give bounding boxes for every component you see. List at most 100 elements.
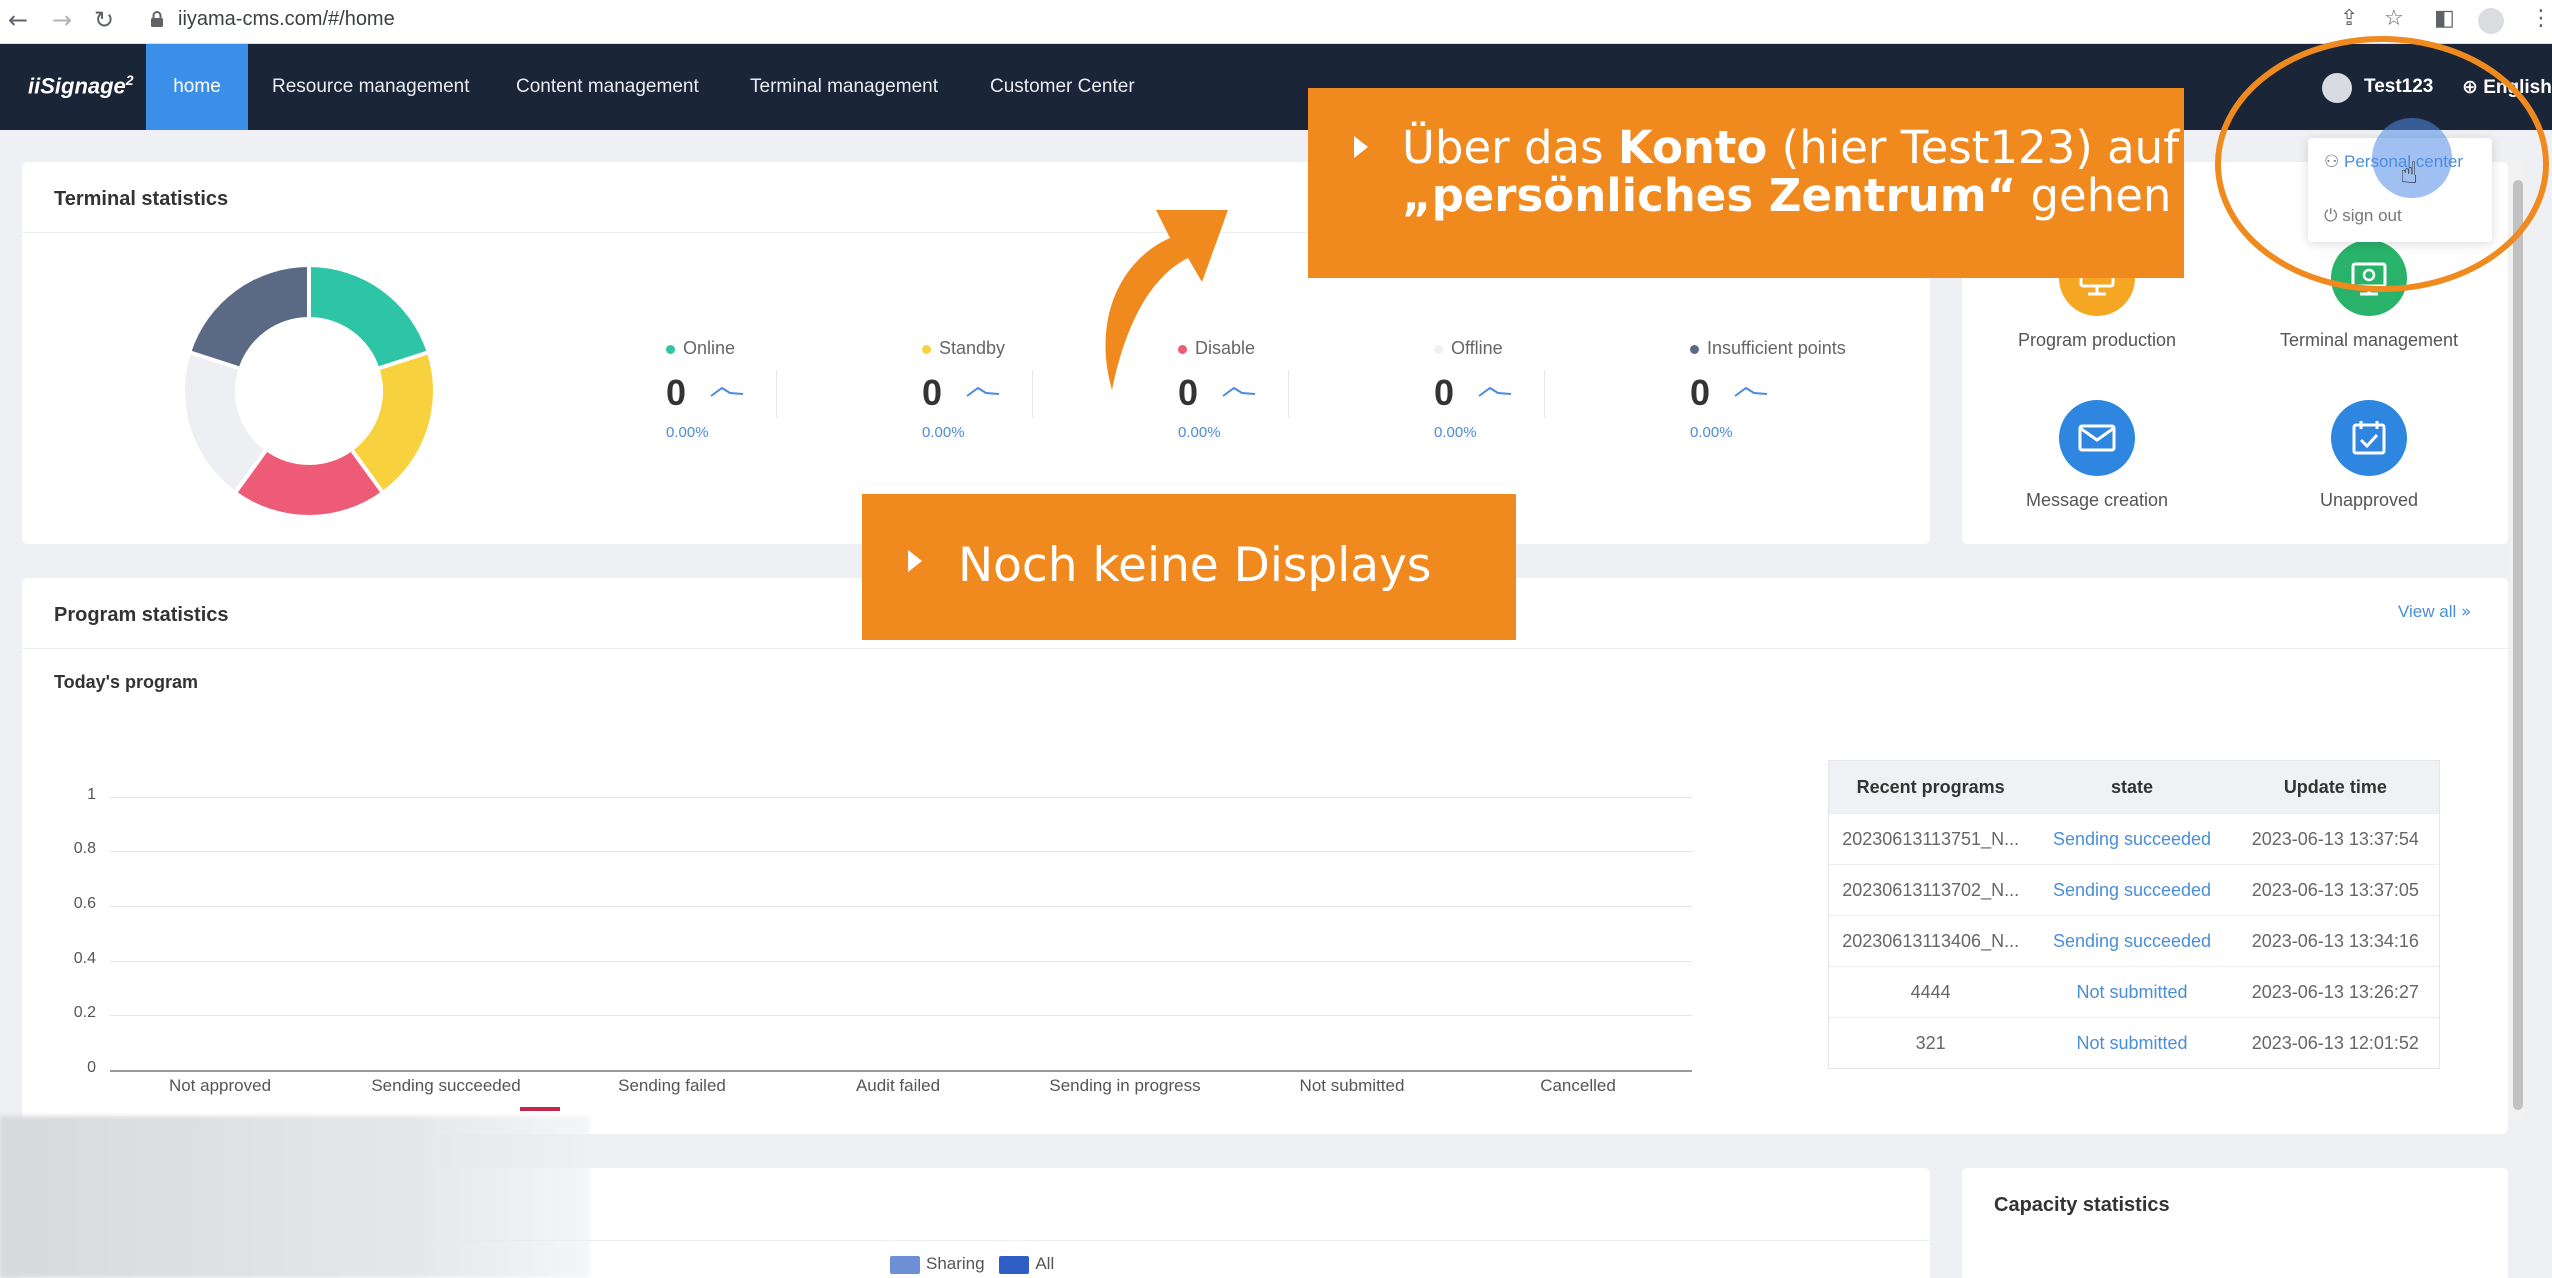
all-legend-swatch bbox=[999, 1255, 1030, 1274]
program-state: Sending succeeded bbox=[2052, 880, 2212, 900]
program-state: Not submitted bbox=[2076, 1033, 2188, 1053]
divider bbox=[1544, 370, 1545, 418]
unapproved-button[interactable]: Unapproved bbox=[2254, 400, 2484, 511]
reload-icon[interactable]: ↻ bbox=[94, 6, 114, 34]
divider bbox=[776, 370, 777, 418]
sparkline-icon bbox=[966, 386, 1000, 397]
lock-icon bbox=[151, 11, 163, 27]
update-time: 2023-06-13 13:37:05 bbox=[2251, 880, 2419, 900]
x-tick: Not approved bbox=[168, 1076, 272, 1095]
chart-legend: Sharing All bbox=[890, 1254, 1054, 1274]
y-tick: 0.2 bbox=[73, 1004, 96, 1021]
stat-percent: 0.00% bbox=[1178, 424, 1221, 441]
stat-percent: 0.00% bbox=[1434, 424, 1477, 441]
nav-customer-center[interactable]: Customer Center bbox=[990, 44, 1135, 130]
triangle-bullet-icon bbox=[1354, 136, 1368, 158]
y-tick: 0.4 bbox=[73, 950, 96, 967]
x-tick: Not submitted bbox=[1299, 1076, 1405, 1095]
nav-home[interactable]: home bbox=[146, 44, 248, 130]
grid-line bbox=[110, 906, 1692, 907]
stat-percent: 0.00% bbox=[922, 424, 965, 441]
app-logo[interactable]: iiSignage2 bbox=[28, 72, 134, 99]
back-icon[interactable]: ← bbox=[8, 6, 28, 34]
column-header: state bbox=[2110, 777, 2154, 797]
function-label: Unapproved bbox=[2319, 490, 2419, 510]
program-name: 20230613113702_N... bbox=[1842, 880, 2020, 900]
legend-marker bbox=[520, 1107, 560, 1111]
capacity-statistics-title: Capacity statistics bbox=[1994, 1194, 2170, 1216]
program-state: Sending succeeded bbox=[2052, 829, 2212, 849]
divider bbox=[1288, 370, 1289, 418]
online-dot-icon bbox=[666, 344, 675, 354]
browser-toolbar: ← → ↻ iiyama-cms.com/#/home ⇪ ☆ ◧ ⋮ bbox=[0, 0, 2552, 44]
todays-program-subtitle: Today's program bbox=[54, 672, 198, 692]
grid-line bbox=[110, 851, 1692, 852]
program-statistics-title: Program statistics bbox=[54, 604, 229, 626]
program-name: 20230613113406_N... bbox=[1842, 931, 2020, 951]
view-all-link[interactable]: View all » bbox=[2398, 602, 2471, 622]
recent-programs-table: Recent programs state Update time 202306… bbox=[1828, 760, 2440, 1069]
calendar-check-icon bbox=[2331, 400, 2407, 476]
table-row[interactable]: 4444 Not submitted 2023-06-13 13:26:27 bbox=[1829, 966, 2439, 1017]
stat-label: Insufficient points bbox=[1707, 338, 1846, 358]
highlight-ellipse bbox=[2215, 36, 2549, 292]
sparkline-icon bbox=[710, 386, 744, 397]
forward-icon[interactable]: → bbox=[52, 6, 72, 34]
x-tick: Sending in progress bbox=[1049, 1076, 1201, 1095]
stat-value: 0 bbox=[1434, 372, 1455, 413]
y-tick: 0 bbox=[87, 1059, 96, 1076]
stat-value: 0 bbox=[922, 372, 943, 413]
sparkline-icon bbox=[1478, 386, 1512, 397]
sharing-legend-swatch bbox=[890, 1255, 920, 1274]
stat-label: Online bbox=[683, 338, 736, 358]
x-axis-line bbox=[110, 1070, 1692, 1072]
update-time: 2023-06-13 13:37:54 bbox=[2251, 829, 2419, 849]
nav-terminal-management[interactable]: Terminal management bbox=[750, 44, 938, 130]
x-tick: Sending succeeded bbox=[371, 1076, 521, 1095]
stat-label: Standby bbox=[939, 338, 1006, 358]
program-name: 321 bbox=[1915, 1033, 1946, 1053]
triangle-bullet-icon bbox=[908, 550, 922, 572]
donut-segment-online bbox=[309, 267, 427, 369]
stat-value: 0 bbox=[1690, 372, 1711, 413]
program-name: 4444 bbox=[1910, 982, 1951, 1002]
table-row[interactable]: 321 Not submitted 2023-06-13 12:01:52 bbox=[1829, 1017, 2439, 1068]
stat-label: Offline bbox=[1451, 338, 1503, 358]
insufficient-dot-icon bbox=[1690, 344, 1699, 354]
function-label: Message creation bbox=[2025, 490, 2169, 510]
x-tick: Sending failed bbox=[618, 1076, 726, 1095]
page-scrollbar[interactable] bbox=[2510, 160, 2526, 1120]
terminal-statistics-title: Terminal statistics bbox=[54, 188, 229, 210]
stat-value: 0 bbox=[666, 372, 687, 413]
table-row[interactable]: 20230613113702_N... Sending succeeded 20… bbox=[1829, 864, 2439, 915]
function-label: Program production bbox=[2017, 330, 2177, 350]
standby-dot-icon bbox=[922, 344, 931, 354]
update-time: 2023-06-13 13:34:16 bbox=[2251, 931, 2419, 951]
nav-resource-management[interactable]: Resource management bbox=[272, 44, 470, 130]
instruction-callout-no-displays: Noch keine Displays bbox=[862, 494, 1516, 640]
callout-text: Noch keine Displays bbox=[958, 538, 1432, 593]
donut-segment-insufficient bbox=[191, 267, 309, 369]
legend-label: All bbox=[1035, 1254, 1055, 1273]
capacity-statistics-card: Capacity statistics bbox=[1962, 1168, 2508, 1278]
stat-percent: 0.00% bbox=[666, 424, 709, 441]
sparkline-icon bbox=[1734, 386, 1768, 397]
scrollbar-thumb[interactable] bbox=[2513, 180, 2523, 1110]
table-row[interactable]: 20230613113406_N... Sending succeeded 20… bbox=[1829, 915, 2439, 966]
nav-content-management[interactable]: Content management bbox=[516, 44, 699, 130]
callout-line-1: Über das Konto (hier Test123) auf bbox=[1402, 121, 2180, 174]
stat-percent: 0.00% bbox=[1690, 424, 1733, 441]
table-row[interactable]: 20230613113751_N... Sending succeeded 20… bbox=[1829, 813, 2439, 864]
message-creation-button[interactable]: Message creation bbox=[1982, 400, 2212, 511]
divider bbox=[22, 648, 2508, 649]
program-state: Sending succeeded bbox=[2052, 931, 2212, 951]
blurred-region bbox=[0, 1116, 590, 1278]
envelope-icon bbox=[2059, 400, 2135, 476]
program-state: Not submitted bbox=[2076, 982, 2188, 1002]
address-bar[interactable]: iiyama-cms.com/#/home bbox=[178, 8, 395, 31]
update-time: 2023-06-13 13:26:27 bbox=[2251, 982, 2419, 1002]
y-tick: 0.8 bbox=[73, 840, 96, 857]
curved-arrow-icon bbox=[1105, 210, 1228, 390]
callout-line-2: „persönliches Zentrum“ gehen bbox=[1402, 169, 2172, 222]
program-name: 20230613113751_N... bbox=[1842, 829, 2020, 849]
